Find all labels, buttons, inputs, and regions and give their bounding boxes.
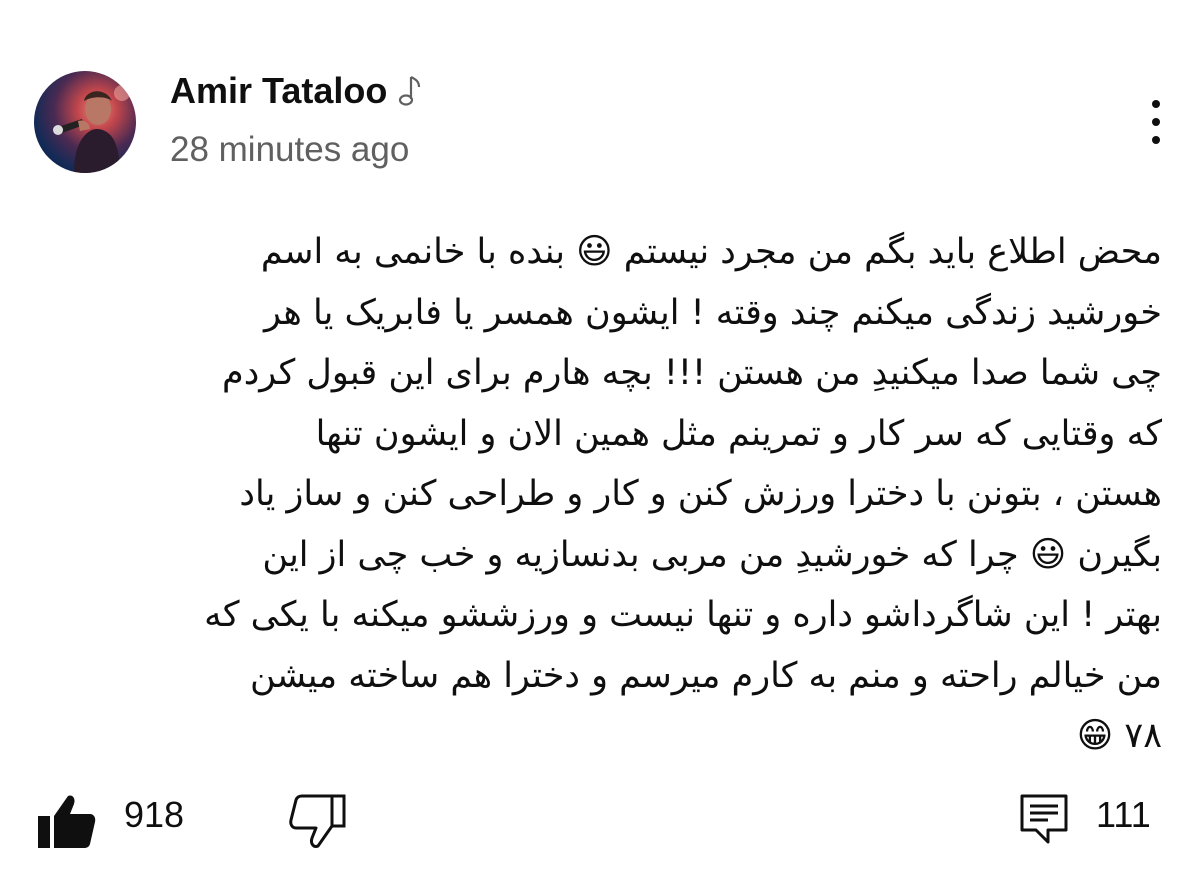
post-body: محض اطلاع باید بگم من مجرد نیستم 😃 بنده … <box>28 222 1162 767</box>
avatar-image <box>53 85 130 173</box>
more-vertical-icon-dot <box>1152 118 1160 126</box>
post-body-line: که وقتایی که سر کار و تمرینم مثل همین ال… <box>315 413 1162 454</box>
post-body-line: محض اطلاع باید بگم من مجرد نیستم 😃 بنده … <box>260 232 1162 272</box>
post-timestamp: 28 minutes ago <box>170 130 410 169</box>
post-body-line: خورشید زندگی میکنم چند وقته ! ایشون همسر… <box>264 292 1162 333</box>
comment-count: 111 <box>1096 794 1151 835</box>
more-options-button[interactable] <box>1138 100 1174 144</box>
dislike-button[interactable] <box>286 792 348 850</box>
like-button[interactable] <box>36 792 98 850</box>
post-body-line: چی شما صدا میکنیدِ من هستن !!! بچه هارم … <box>222 353 1162 393</box>
post-body-line: ۷۸ 😁 <box>1076 716 1162 756</box>
like-count: 918 <box>124 794 185 835</box>
post-body-line: بگیرن 😃 چرا که خورشیدِ من مربی بدنسازیه … <box>262 534 1162 575</box>
author-name[interactable]: Amir Tataloo <box>170 70 423 112</box>
author-name-text[interactable]: Amir Tataloo <box>170 70 387 112</box>
comment-button[interactable] <box>1018 792 1070 846</box>
thumbs-up-filled-icon <box>38 795 96 848</box>
post-body-line: هستن ، بتونن با دخترا ورزش کنن و کار و ط… <box>239 474 1162 514</box>
comment-icon <box>1020 794 1068 844</box>
avatar[interactable] <box>34 71 136 173</box>
more-vertical-icon <box>1152 100 1160 108</box>
post-body-line: من خیالم راحته و منم به کارم میرسم و دخت… <box>249 655 1162 696</box>
post-actions: 918 111 <box>0 780 1200 860</box>
post-body-line: بهتر ! این شاگرداشو داره و تنها نیست و و… <box>204 595 1162 635</box>
thumbs-down-icon <box>289 794 346 848</box>
music-note-icon <box>397 73 423 109</box>
more-vertical-icon-dot <box>1152 136 1160 144</box>
